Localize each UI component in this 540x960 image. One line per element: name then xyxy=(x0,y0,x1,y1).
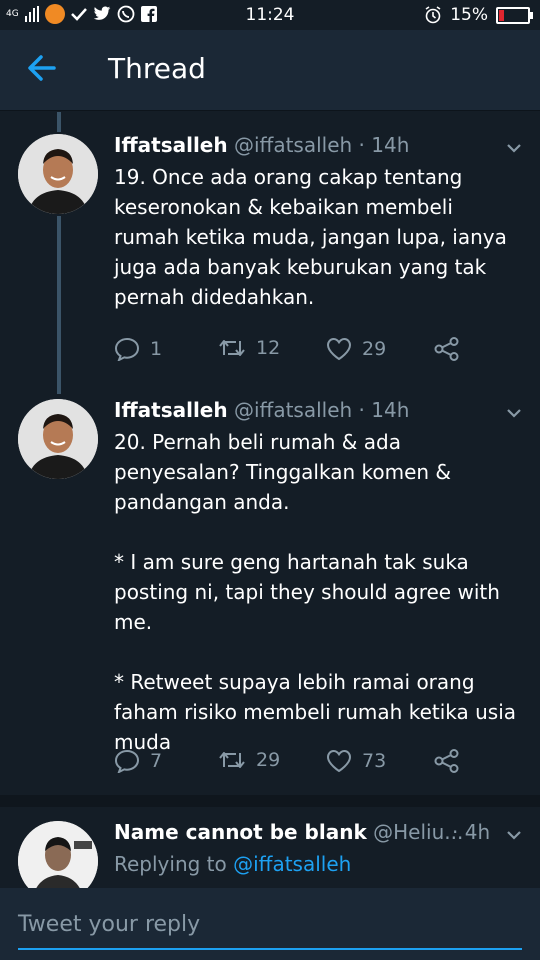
tweet-time: · 14h xyxy=(358,133,410,157)
retweet-button[interactable]: 29 xyxy=(218,749,280,771)
share-icon xyxy=(434,749,459,773)
reply-input[interactable]: Tweet your reply xyxy=(18,912,200,937)
chevron-down-icon[interactable] xyxy=(506,142,522,154)
reply-count: 7 xyxy=(150,750,163,772)
heart-icon xyxy=(326,337,352,361)
battery-percent: 15% xyxy=(450,5,488,25)
tweet-text: 19. Once ada orang cakap tentang keseron… xyxy=(114,165,514,309)
back-button[interactable] xyxy=(26,50,58,86)
reply-composer: Tweet your reply xyxy=(0,888,540,960)
app-header: Thread xyxy=(0,30,540,111)
alarm-icon xyxy=(425,6,441,24)
retweet-icon xyxy=(219,340,245,356)
reply-button[interactable]: 7 xyxy=(114,749,162,773)
battery-icon xyxy=(496,6,533,24)
tweet-time: · 4h xyxy=(452,820,491,844)
user-handle[interactable]: @iffatsalleh xyxy=(234,398,352,422)
heart-icon xyxy=(326,749,352,773)
display-name[interactable]: Iffatsalleh xyxy=(114,133,228,157)
reply-icon xyxy=(114,749,140,773)
display-name[interactable]: Name cannot be blank xyxy=(114,820,367,844)
reply-icon xyxy=(114,337,140,361)
page-title: Thread xyxy=(108,52,206,85)
retweet-count: 12 xyxy=(256,337,281,359)
share-icon xyxy=(434,337,459,361)
retweet-icon xyxy=(219,752,245,768)
avatar[interactable] xyxy=(18,134,98,214)
display-name[interactable]: Iffatsalleh xyxy=(114,398,228,422)
tweet[interactable]: Iffatsalleh @iffatsalleh · 14h 20. Perna… xyxy=(0,387,540,795)
retweet-button[interactable]: 12 xyxy=(218,337,280,359)
share-button[interactable] xyxy=(434,749,460,773)
like-button[interactable]: 73 xyxy=(326,749,386,773)
tweet[interactable]: Iffatsalleh @iffatsalleh · 14h 19. Once … xyxy=(0,112,540,387)
user-handle[interactable]: @Heliu... xyxy=(373,820,463,844)
back-arrow-icon xyxy=(28,55,56,81)
avatar[interactable] xyxy=(18,399,98,479)
reply-input-underline xyxy=(18,948,522,950)
user-handle[interactable]: @iffatsalleh xyxy=(234,133,352,157)
reply-count: 1 xyxy=(150,338,163,360)
reply-tweet[interactable]: Name cannot be blank @Heliu... · 4h Repl… xyxy=(0,807,540,888)
retweet-count: 29 xyxy=(256,749,281,771)
like-button[interactable]: 29 xyxy=(326,337,386,361)
chevron-down-icon[interactable] xyxy=(506,829,522,841)
like-count: 73 xyxy=(362,750,387,772)
like-count: 29 xyxy=(362,338,387,360)
chevron-down-icon[interactable] xyxy=(506,407,522,419)
status-bar: 4G 11:24 15% xyxy=(0,0,540,30)
share-button[interactable] xyxy=(434,337,460,361)
avatar[interactable] xyxy=(18,821,98,888)
replying-to-line: Replying to @iffatsalleh xyxy=(114,852,351,876)
conversation-divider xyxy=(0,795,540,807)
replying-to-label: Replying to xyxy=(114,852,227,876)
tweet-time: · 14h xyxy=(358,398,410,422)
reply-button[interactable]: 1 xyxy=(114,337,162,361)
replying-to-mention[interactable]: @iffatsalleh xyxy=(233,852,351,876)
tweet-text: 20. Pernah beli rumah & ada penyesalan? … xyxy=(114,430,517,754)
status-icons-right: 15% xyxy=(424,5,533,25)
